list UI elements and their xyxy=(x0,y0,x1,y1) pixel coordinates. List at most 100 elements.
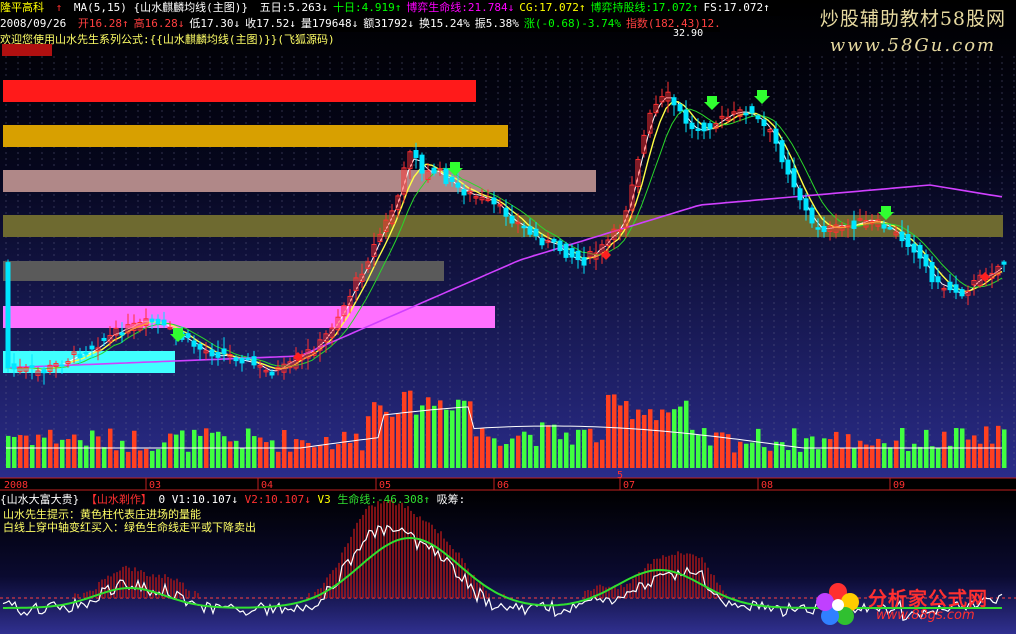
volume-bar xyxy=(468,401,473,468)
indicator-value: 博弈持股线:17.072↑ xyxy=(590,1,699,14)
volume-bar xyxy=(228,441,233,468)
volume-bar xyxy=(516,435,521,468)
volume-bar xyxy=(432,405,437,468)
volume-bar xyxy=(408,390,413,468)
price-band xyxy=(3,306,495,328)
volume-bar xyxy=(834,431,839,468)
lifeline-value: 生命线:-46.308↑ xyxy=(337,493,430,506)
chart-canvas[interactable]: 2008 03 04 05 06 07 08 09 5 xyxy=(0,0,1016,634)
volume-bar xyxy=(948,445,953,468)
volume-bar xyxy=(42,437,47,468)
candle-body xyxy=(155,318,161,325)
volume-bar xyxy=(852,448,857,468)
candle-body xyxy=(221,348,227,355)
candle-body xyxy=(539,237,545,246)
candle-body xyxy=(707,123,713,130)
candle-body xyxy=(413,150,419,158)
v3-value: V3 xyxy=(317,493,331,506)
indicator-value: FS:17.072↑ xyxy=(703,1,770,14)
candle-body xyxy=(929,261,935,283)
volume-bar xyxy=(84,445,89,468)
sub-panel-title[interactable]: {山水大富大贵} xyxy=(0,493,79,506)
volume-bar xyxy=(156,449,161,468)
candle-body xyxy=(689,122,695,130)
stock-name[interactable]: 隆平高科 xyxy=(0,0,44,16)
price-value: 量179648↓ xyxy=(300,17,359,30)
volume-bar xyxy=(912,443,917,468)
volume-bar xyxy=(522,431,527,468)
volume-bar xyxy=(126,451,131,468)
volume-bar xyxy=(858,440,863,468)
volume-bar xyxy=(192,429,197,468)
volume-bar xyxy=(894,440,899,468)
up-arrow-icon: ↑ xyxy=(55,1,63,14)
indicator-value: 博弈生命线:21.784↓ xyxy=(406,1,515,14)
volume-bar xyxy=(816,449,821,468)
volume-bar xyxy=(552,424,557,468)
volume-bar xyxy=(138,450,143,468)
price-band xyxy=(3,261,444,281)
volume-bar xyxy=(882,443,887,468)
absorb-value: 吸筹: xyxy=(436,493,466,506)
welcome-bar: 欢迎您使用山水先生系列公式:{{山水麒麟均线(主图)}}(飞狐源码) xyxy=(0,32,400,48)
volume-bar xyxy=(240,448,245,468)
indicator-value: 五日:5.263↓ xyxy=(259,1,328,14)
volume-bar xyxy=(30,445,35,468)
indicator-value: 十日:4.919↑ xyxy=(332,1,402,14)
candle-body xyxy=(785,159,791,175)
volume-bar xyxy=(972,435,977,468)
indicator-title[interactable]: MA(5,15) {山水麒麟均线(主图)} xyxy=(74,0,248,16)
candle-body xyxy=(905,234,911,247)
price-value: 振5.38% xyxy=(474,17,519,30)
volume-bar xyxy=(186,451,191,468)
volume-bar xyxy=(198,435,203,468)
volume-bar xyxy=(222,436,227,468)
volume-bar xyxy=(642,414,647,468)
price-value: 低17.30↓ xyxy=(189,17,241,30)
volume-bar xyxy=(342,431,347,468)
volume-bar xyxy=(918,446,923,468)
candle-body xyxy=(947,281,953,291)
price-band xyxy=(3,80,476,102)
candle-body xyxy=(923,254,929,267)
candle-body xyxy=(197,343,203,350)
stock-header-bar: 隆平高科 ↑ MA(5,15) {山水麒麟均线(主图)} 五日:5.263↓ 十日… xyxy=(0,0,780,16)
candle-body xyxy=(215,351,221,358)
price-value: 高16.28↓ xyxy=(133,17,185,30)
price-value: 换15.24% xyxy=(418,17,470,30)
candle-body xyxy=(443,168,449,184)
volume-bar xyxy=(528,434,533,468)
volume-bar xyxy=(402,391,407,468)
volume-bar xyxy=(612,394,617,468)
month-label: 04 xyxy=(261,480,273,491)
volume-bar xyxy=(846,434,851,468)
month-marker: 5 xyxy=(617,470,623,481)
volume-bar xyxy=(678,406,683,468)
logo-name[interactable]: 分析家公式网 xyxy=(868,584,988,611)
volume-bar xyxy=(570,444,575,468)
tips-text: 山水先生提示：黄色柱代表庄进场的量能 白线上穿中轴变红买入：绿色生命线走平或下降… xyxy=(3,508,256,534)
v1-value: V1:10.107↓ xyxy=(171,493,238,506)
month-label: 05 xyxy=(379,480,391,491)
volume-bar xyxy=(270,440,275,468)
volume-bar xyxy=(510,438,515,468)
candle-body xyxy=(503,207,509,217)
volume-bar xyxy=(996,425,1001,468)
volume-bar xyxy=(498,445,503,468)
volume-bar xyxy=(438,400,443,468)
volume-bar xyxy=(276,451,281,468)
volume-bar xyxy=(444,409,449,468)
price-band xyxy=(3,170,596,192)
volume-bar xyxy=(258,437,263,468)
volume-bar xyxy=(660,409,665,468)
candle-body xyxy=(269,371,275,376)
price-values: 开16.28↑ 高16.28↓ 低17.30↓ 收17.52↓ 量179648↓ 额317… xyxy=(78,17,720,30)
logo-url[interactable]: www.88gs.com xyxy=(876,608,975,623)
volume-bar xyxy=(144,448,149,468)
volume-bar xyxy=(558,439,563,468)
candle-body xyxy=(101,337,107,341)
candle-body xyxy=(911,243,917,253)
sub-panel-author: 【山水剃作】 xyxy=(85,493,152,506)
volume-bar xyxy=(174,434,179,468)
candle-body xyxy=(533,228,539,237)
